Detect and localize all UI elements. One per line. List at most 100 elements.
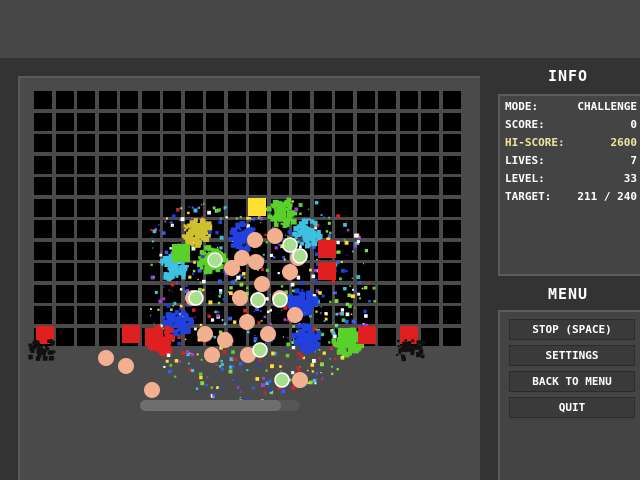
grid-cell (77, 198, 95, 217)
grid-cell (335, 198, 353, 217)
grid-cell (163, 241, 181, 260)
info-label: SCORE: (505, 118, 545, 131)
grid-cell (399, 198, 418, 217)
grid-cell (77, 241, 95, 260)
grid-cell (184, 91, 203, 109)
grid-cell (227, 112, 246, 131)
grid-cell (34, 112, 52, 131)
grid-cell (313, 177, 332, 195)
grid-cell (378, 198, 396, 217)
grid-cell (55, 306, 74, 324)
info-row-hi-score: HI-SCORE: 2600 (505, 136, 637, 152)
grid-cell (399, 306, 418, 324)
grid-cell (249, 327, 267, 346)
grid-cell (356, 134, 375, 152)
grid-cell (399, 134, 418, 152)
info-row-lives: LIVES: 7 (505, 154, 637, 170)
grid-cell (249, 177, 267, 195)
grid-cell (120, 306, 138, 324)
grid-cell (227, 263, 246, 281)
grid-cell (120, 327, 138, 346)
grid-cell (335, 220, 353, 238)
grid-cell (77, 155, 95, 174)
grid-cell (77, 263, 95, 281)
grid-cell (184, 177, 203, 195)
grid-cell (356, 327, 375, 346)
grid-cell (206, 91, 224, 109)
grid-cell (227, 177, 246, 195)
stop-button[interactable]: STOP (SPACE) (509, 319, 635, 340)
grid-cell (442, 306, 461, 324)
grid-cell (227, 198, 246, 217)
grid-cell (141, 177, 160, 195)
info-value: 7 (630, 154, 637, 167)
quit-button[interactable]: QUIT (509, 397, 635, 418)
grid-cell (163, 327, 181, 346)
grid-cell (34, 263, 52, 281)
grid-cell (34, 91, 52, 109)
grid-cell (55, 91, 74, 109)
grid-cell (270, 241, 289, 260)
grid-cell (249, 241, 267, 260)
grid-cell (184, 155, 203, 174)
grid-cell (206, 241, 224, 260)
grid-cell (141, 263, 160, 281)
grid-cell (55, 112, 74, 131)
grid-cell (378, 177, 396, 195)
grid-cell (421, 284, 439, 303)
grid-cell (163, 263, 181, 281)
grid-cell (55, 327, 74, 346)
grid-cell (421, 134, 439, 152)
grid-cell (378, 327, 396, 346)
grid-cell (313, 134, 332, 152)
grid-cell (141, 327, 160, 346)
grid-cell (356, 198, 375, 217)
grid-cell (34, 220, 52, 238)
grid-cell (442, 112, 461, 131)
grid-cell (442, 91, 461, 109)
grid-cell (55, 134, 74, 152)
grid-cell (120, 155, 138, 174)
grid-cell (206, 284, 224, 303)
grid-cell (270, 155, 289, 174)
grid-cell (292, 198, 310, 217)
grid-cell (399, 91, 418, 109)
grid-cell (120, 91, 138, 109)
grid-cell (270, 177, 289, 195)
grid-cell (77, 306, 95, 324)
game-board[interactable] (34, 91, 464, 349)
grid-cell (356, 263, 375, 281)
grid-cell (335, 134, 353, 152)
grid-cell (421, 263, 439, 281)
grid-cell (227, 327, 246, 346)
grid-cell (421, 155, 439, 174)
grid-cell (249, 263, 267, 281)
grid-cell (55, 177, 74, 195)
grid-cell (163, 220, 181, 238)
grid-cell (270, 263, 289, 281)
grid-cell (442, 263, 461, 281)
grid-cell (163, 155, 181, 174)
grid-cell (34, 284, 52, 303)
grid-cell (184, 220, 203, 238)
grid-cell (313, 263, 332, 281)
info-value: 0 (630, 118, 637, 131)
grid-cell (378, 91, 396, 109)
grid-cell (421, 198, 439, 217)
info-value: 211 / 240 (577, 190, 637, 203)
back-to-menu-button[interactable]: BACK TO MENU (509, 371, 635, 392)
grid-cell (98, 284, 117, 303)
grid-cell (335, 155, 353, 174)
grid-cell (206, 155, 224, 174)
info-title: INFO (547, 67, 589, 85)
grid-cell (98, 198, 117, 217)
grid-cell (442, 177, 461, 195)
grid-cell (98, 241, 117, 260)
grid-cell (356, 220, 375, 238)
grid-cell (378, 241, 396, 260)
grid-cell (77, 91, 95, 109)
grid-cell (249, 155, 267, 174)
grid-cell (141, 306, 160, 324)
grid-cell (184, 327, 203, 346)
settings-button[interactable]: SETTINGS (509, 345, 635, 366)
